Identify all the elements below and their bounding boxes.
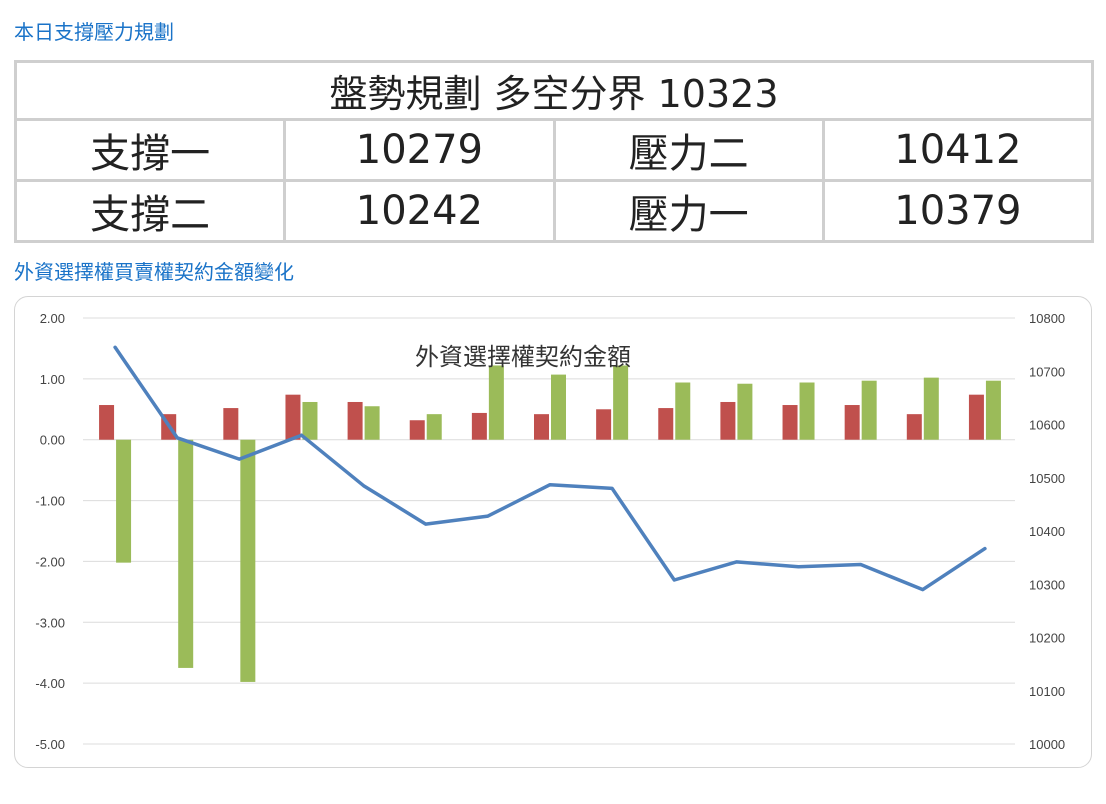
bar-green — [302, 401, 318, 440]
bar-green — [675, 382, 691, 440]
bar-red — [471, 412, 487, 440]
section-title-option-change: 外資選擇權買賣權契約金額變化 — [14, 260, 294, 284]
plan-table-header: 盤勢規劃 多空分界 10323 — [14, 60, 1094, 121]
bar-red — [99, 405, 115, 440]
bar-red — [285, 394, 301, 440]
bar-red — [347, 401, 363, 440]
left-tick-label: 2.00 — [40, 311, 65, 326]
bar-green — [364, 406, 380, 440]
right-tick-label: 10700 — [1029, 364, 1065, 379]
bar-red — [782, 405, 798, 440]
support-value: 10279 — [283, 118, 556, 182]
table-row: 支撐二 10242 壓力一 10379 — [13, 179, 1095, 243]
row-label: 壓力一 — [552, 179, 825, 243]
chart-title: 外資選擇權契約金額 — [415, 343, 631, 371]
bar-green — [240, 439, 256, 682]
row-label: 支撐二 — [13, 179, 287, 243]
bar-red — [223, 408, 239, 440]
bar-green — [737, 383, 753, 440]
bar-red — [596, 409, 612, 440]
bar-green — [426, 414, 442, 440]
row-label: 壓力二 — [552, 118, 825, 182]
bar-red — [720, 401, 736, 440]
left-tick-label: -5.00 — [35, 737, 65, 752]
bar-green — [116, 439, 132, 563]
right-tick-label: 10800 — [1029, 311, 1065, 326]
support-value: 10242 — [283, 179, 556, 243]
bar-green — [178, 439, 194, 668]
resistance-value: 10379 — [821, 179, 1095, 243]
right-tick-label: 10000 — [1029, 737, 1065, 752]
left-tick-label: 0.00 — [40, 433, 65, 448]
resistance-value: 10412 — [821, 118, 1095, 182]
plan-table: 盤勢規劃 多空分界 10323 支撐一 10279 壓力二 10412 支撐二 … — [13, 60, 1095, 243]
right-tick-label: 10400 — [1029, 524, 1065, 539]
option-amount-chart: 2.00 1.00 0.00 -1.00 -2.00 -3.00 -4.00 -5.00 108… — [35, 311, 1065, 752]
chart-container: 2.00 1.00 0.00 -1.00 -2.00 -3.00 -4.00 -5.00 108… — [14, 296, 1092, 768]
left-tick-label: -1.00 — [35, 494, 65, 509]
left-tick-label: -2.00 — [35, 554, 65, 569]
right-tick-label: 10600 — [1029, 418, 1065, 433]
bar-green — [985, 380, 1001, 440]
bar-green — [551, 374, 566, 440]
right-tick-label: 10500 — [1029, 471, 1065, 486]
bar-green — [488, 365, 504, 440]
table-row: 支撐一 10279 壓力二 10412 — [13, 118, 1095, 182]
bar-red — [906, 414, 922, 440]
bar-green — [923, 377, 939, 440]
right-tick-label: 10100 — [1029, 684, 1065, 699]
left-tick-label: 1.00 — [40, 372, 65, 387]
bar-red — [409, 420, 425, 440]
bar-red — [844, 405, 860, 440]
row-label: 支撐一 — [13, 118, 287, 182]
right-tick-label: 10300 — [1029, 577, 1065, 592]
bar-red — [968, 394, 984, 440]
section-title-support-resistance: 本日支撐壓力規劃 — [14, 20, 174, 44]
bar-green — [799, 382, 815, 440]
bar-green — [613, 365, 629, 440]
bar-green — [861, 380, 877, 440]
bar-red — [534, 414, 549, 440]
left-tick-label: -3.00 — [35, 615, 65, 630]
left-tick-label: -4.00 — [35, 676, 65, 691]
bar-red — [658, 408, 674, 440]
right-tick-label: 10200 — [1029, 631, 1065, 646]
